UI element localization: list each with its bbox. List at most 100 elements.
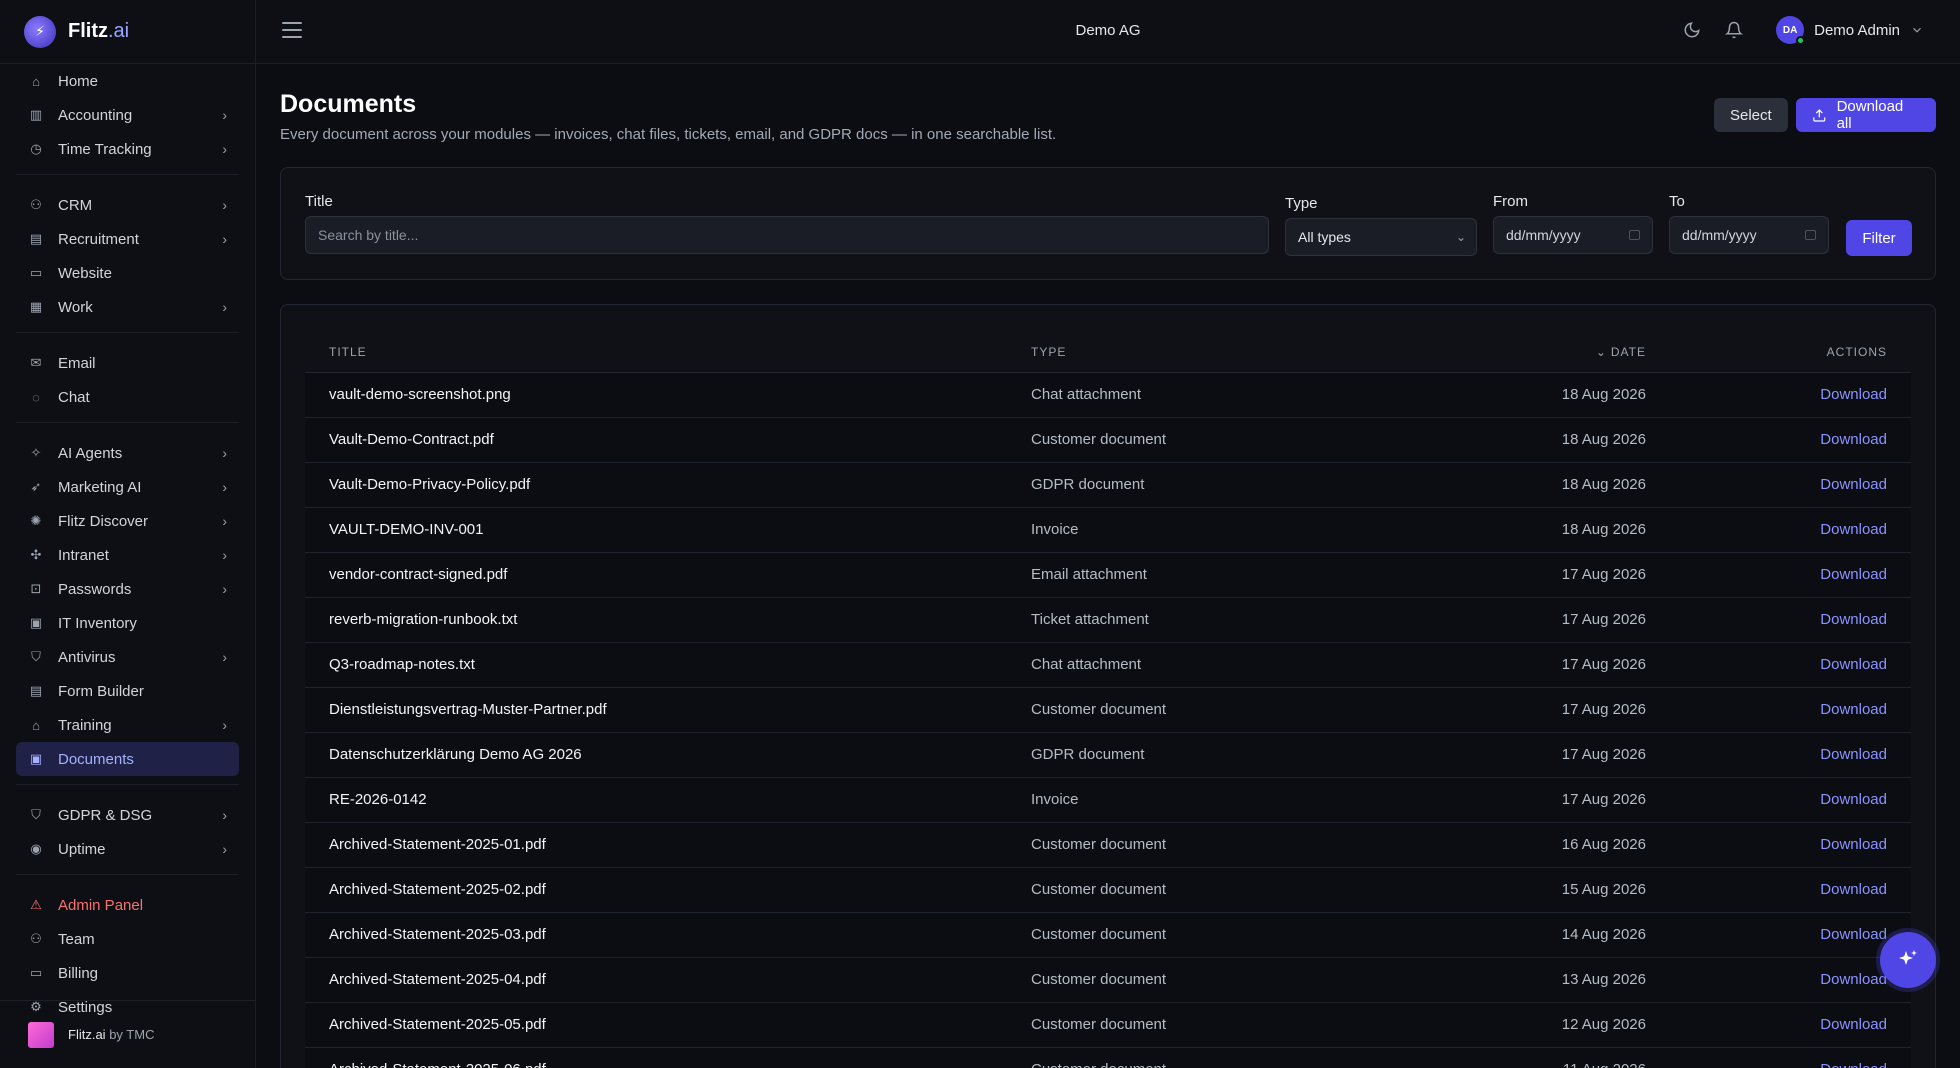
document-date: 14 Aug 2026 (1561, 926, 1646, 943)
document-type: Invoice (1031, 791, 1079, 808)
sidebar-item-work[interactable]: ▦ Work › (16, 290, 239, 324)
sidebar-item-billing[interactable]: ▭ Billing (16, 956, 239, 990)
sidebar-item-flitz-discover[interactable]: ✺ Flitz Discover › (16, 504, 239, 538)
download-link[interactable]: Download (1820, 836, 1887, 853)
download-link[interactable]: Download (1820, 476, 1887, 493)
sidebar-item-uptime[interactable]: ◉ Uptime › (16, 832, 239, 866)
table-row[interactable]: Archived-Statement-2025-01.pdf Customer d… (305, 823, 1911, 868)
download-link[interactable]: Download (1820, 791, 1887, 808)
document-title: Vault-Demo-Contract.pdf (329, 431, 494, 448)
download-all-label: Download all (1836, 98, 1904, 132)
type-select[interactable]: All types ⌄ (1285, 218, 1477, 256)
column-header-title[interactable]: TITLE (329, 345, 367, 359)
download-link[interactable]: Download (1820, 431, 1887, 448)
sidebar-item-gdpr-dsg[interactable]: ⛉ GDPR & DSG › (16, 798, 239, 832)
sidebar-item-chat[interactable]: ◌ Chat (16, 380, 239, 414)
sidebar-item-home[interactable]: ⌂ Home (16, 64, 239, 98)
download-all-button[interactable]: Download all (1796, 98, 1936, 132)
to-filter-label: To (1669, 193, 1685, 210)
sidebar-item-passwords[interactable]: ⊡ Passwords › (16, 572, 239, 606)
download-link[interactable]: Download (1820, 926, 1887, 943)
table-row[interactable]: Q3-roadmap-notes.txt Chat attachment 17 Au… (305, 643, 1911, 688)
table-row[interactable]: Datenschutzerklärung Demo AG 2026 GDPR do… (305, 733, 1911, 778)
title-search-input[interactable]: Search by title... (305, 216, 1269, 254)
download-link[interactable]: Download (1820, 881, 1887, 898)
type-filter-label: Type (1285, 195, 1318, 212)
sidebar-item-label: Home (58, 72, 99, 90)
sidebar-item-intranet[interactable]: ✣ Intranet › (16, 538, 239, 572)
table-row[interactable]: RE-2026-0142 Invoice 17 Aug 2026 Download (305, 778, 1911, 823)
sidebar-item-ai-agents[interactable]: ✧ AI Agents › (16, 436, 239, 470)
download-link[interactable]: Download (1820, 611, 1887, 628)
sidebar-item-recruitment[interactable]: ▤ Recruitment › (16, 222, 239, 256)
table-row[interactable]: Archived-Statement-2025-05.pdf Customer d… (305, 1003, 1911, 1048)
download-link[interactable]: Download (1820, 701, 1887, 718)
chevron-right-icon: › (222, 649, 227, 665)
sidebar-item-label: Intranet (58, 546, 109, 564)
calendar-icon[interactable] (1629, 230, 1640, 240)
sidebar-item-label: AI Agents (58, 444, 123, 462)
download-link[interactable]: Download (1820, 521, 1887, 538)
brand[interactable]: ⚡ Flitz.ai (0, 0, 255, 64)
table-row[interactable]: reverb-migration-runbook.txt Ticket attac… (305, 598, 1911, 643)
document-title: vault-demo-screenshot.png (329, 386, 511, 403)
mail-icon: ✉ (30, 355, 42, 370)
document-title: reverb-migration-runbook.txt (329, 611, 518, 628)
page-subtitle: Every document across your modules — inv… (280, 126, 1057, 143)
bell-icon[interactable] (1724, 20, 1744, 40)
download-link[interactable]: Download (1820, 971, 1887, 988)
graduation-icon: ⌂ (32, 717, 40, 733)
download-link[interactable]: Download (1820, 656, 1887, 673)
sidebar-group: ⚇ CRM › ▤ Recruitment › ▭ Website ▦ Work › (16, 188, 239, 333)
sidebar-item-it-inventory[interactable]: ▣ IT Inventory (16, 606, 239, 640)
table-row[interactable]: Archived-Statement-2025-06.pdf Customer d… (305, 1048, 1911, 1068)
download-link[interactable]: Download (1820, 1061, 1887, 1068)
chevron-right-icon: › (222, 141, 227, 157)
sidebar-item-label: Team (58, 930, 95, 948)
column-header-type[interactable]: TYPE (1031, 345, 1066, 359)
sidebar-item-accounting[interactable]: ▥ Accounting › (16, 98, 239, 132)
chevron-down-icon: ⌄ (1455, 230, 1466, 244)
table-row[interactable]: vault-demo-screenshot.png Chat attachment… (305, 373, 1911, 418)
sidebar-item-marketing-ai[interactable]: ➶ Marketing AI › (16, 470, 239, 504)
avatar: DA (1776, 16, 1806, 45)
calendar-icon[interactable] (1805, 230, 1816, 240)
download-link[interactable]: Download (1820, 1016, 1887, 1033)
column-header-date[interactable]: ⌄ DATE (1596, 345, 1646, 359)
download-link[interactable]: Download (1820, 386, 1887, 403)
sidebar-item-antivirus[interactable]: ⛉ Antivirus › (16, 640, 239, 674)
sidebar-item-website[interactable]: ▭ Website (16, 256, 239, 290)
table-row[interactable]: Vault-Demo-Contract.pdf Customer document… (305, 418, 1911, 463)
sidebar-item-email[interactable]: ✉ Email (16, 346, 239, 380)
user-menu[interactable]: DA Demo Admin (1776, 16, 1924, 45)
sidebar-item-label: Email (58, 354, 96, 372)
filter-button[interactable]: Filter (1846, 220, 1912, 256)
sidebar-item-form-builder[interactable]: ▤ Form Builder (16, 674, 239, 708)
sidebar-item-documents[interactable]: ▣ Documents (16, 742, 239, 776)
document-title: VAULT-DEMO-INV-001 (329, 521, 484, 538)
sidebar-item-crm[interactable]: ⚇ CRM › (16, 188, 239, 222)
table-row[interactable]: Archived-Statement-2025-04.pdf Customer d… (305, 958, 1911, 1003)
sidebar-item-admin-panel[interactable]: ⚠ Admin Panel (16, 888, 239, 922)
archive-icon: ▣ (29, 615, 43, 630)
table-row[interactable]: vendor-contract-signed.pdf Email attachme… (305, 553, 1911, 598)
ai-assistant-button[interactable] (1880, 932, 1936, 988)
download-link[interactable]: Download (1820, 746, 1887, 763)
sidebar-item-time-tracking[interactable]: ◷ Time Tracking › (16, 132, 239, 166)
select-button[interactable]: Select (1714, 98, 1788, 132)
from-date-input[interactable]: dd/mm/yyyy (1493, 216, 1653, 254)
sidebar-item-training[interactable]: ⌂ Training › (16, 708, 239, 742)
sidebar-item-team[interactable]: ⚇ Team (16, 922, 239, 956)
table-row[interactable]: Archived-Statement-2025-03.pdf Customer d… (305, 913, 1911, 958)
document-title: Archived-Statement-2025-06.pdf (329, 1061, 546, 1068)
document-type: GDPR document (1031, 746, 1145, 763)
download-link[interactable]: Download (1820, 566, 1887, 583)
table-row[interactable]: VAULT-DEMO-INV-001 Invoice 18 Aug 2026 Down… (305, 508, 1911, 553)
table-row[interactable]: Vault-Demo-Privacy-Policy.pdf GDPR docume… (305, 463, 1911, 508)
table-row[interactable]: Archived-Statement-2025-02.pdf Customer d… (305, 868, 1911, 913)
to-date-input[interactable]: dd/mm/yyyy (1669, 216, 1829, 254)
moon-icon[interactable] (1682, 20, 1702, 40)
table-row[interactable]: Dienstleistungsvertrag-Muster-Partner.pd… (305, 688, 1911, 733)
online-status-icon (1796, 36, 1806, 45)
chat-icon: ◌ (32, 389, 40, 405)
